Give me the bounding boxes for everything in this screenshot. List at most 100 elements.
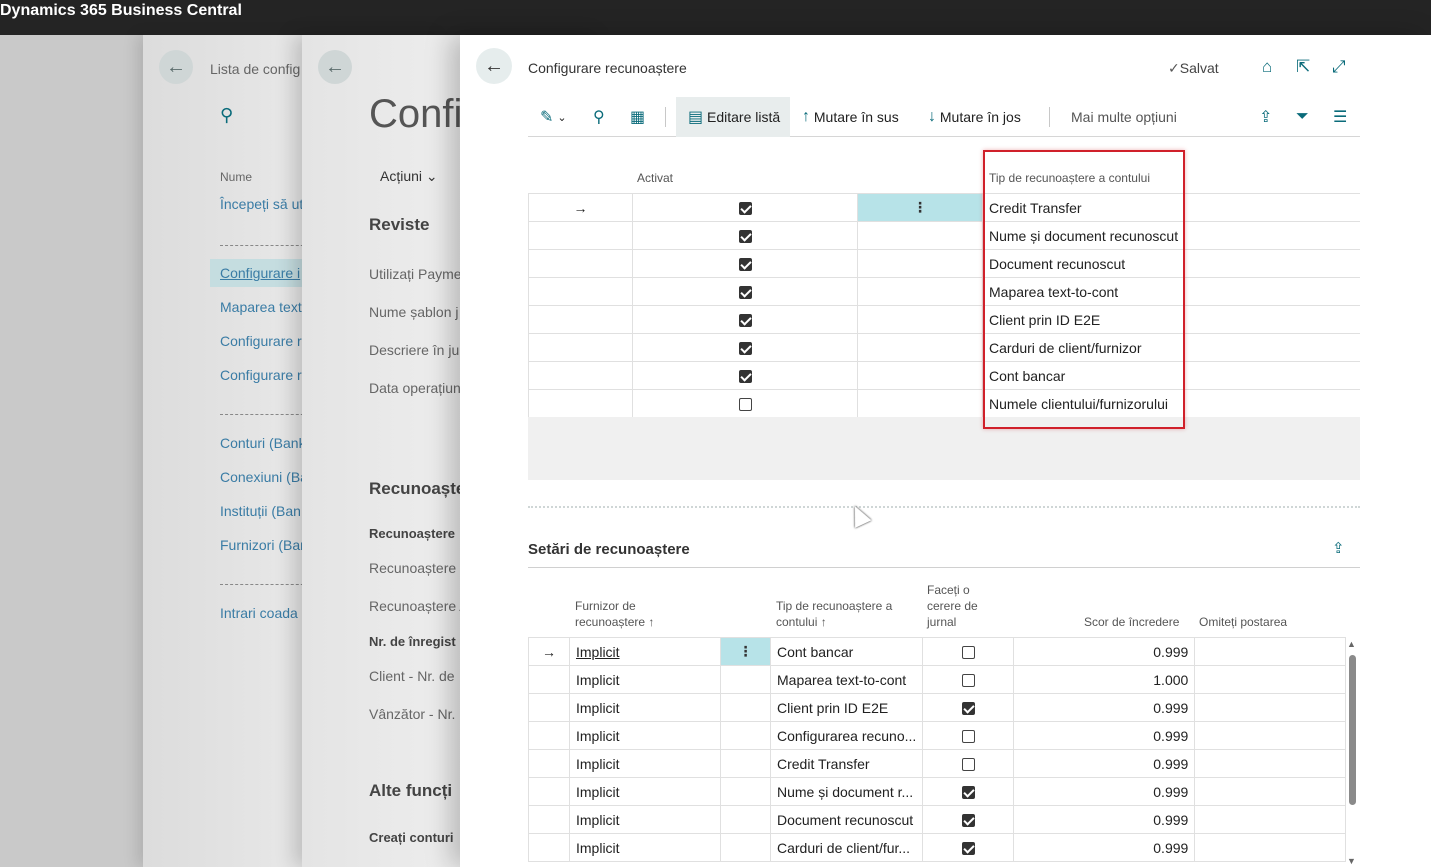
journal-checkbox[interactable] [922, 749, 1015, 778]
column-header-journal[interactable]: Faceți o cerere de jurnal [927, 582, 1007, 630]
scrollbar-thumb[interactable] [1349, 655, 1356, 805]
table-row[interactable]: Implicit Nume și document r... 0.999 [528, 777, 1346, 806]
score-cell[interactable]: 0.999 [1013, 833, 1196, 862]
table-row[interactable]: Nume și document recunoscut [528, 221, 1360, 250]
scroll-down-icon[interactable]: ▼ [1347, 856, 1356, 866]
splitter-handle[interactable] [528, 506, 1360, 508]
type-cell[interactable]: Maparea text-to-cont [982, 277, 1360, 306]
search-icon[interactable]: ⚲ [593, 97, 605, 137]
type-cell[interactable]: Numele clientului/furnizorului [982, 389, 1360, 418]
type-cell[interactable]: Document recunoscut [769, 805, 924, 834]
type-cell[interactable]: Nume și document r... [769, 777, 924, 806]
table-row[interactable]: Cont bancar [528, 361, 1360, 390]
type-cell[interactable]: Document recunoscut [982, 249, 1360, 278]
bookmark-icon[interactable]: ⌂ [1262, 57, 1272, 77]
table-row[interactable]: Numele clientului/furnizorului [528, 389, 1360, 418]
journal-checkbox[interactable] [922, 637, 1015, 666]
open-new-window-icon[interactable]: ⇱ [1296, 57, 1310, 77]
table-row[interactable]: Implicit Configurarea recuno... 0.999 [528, 721, 1346, 750]
list-item[interactable]: Furnizori (Bar [220, 537, 305, 553]
type-cell[interactable]: Configurarea recuno... [769, 721, 924, 750]
move-down-button[interactable]: ↓ Mutare în jos [928, 97, 1021, 137]
share-icon[interactable]: ⇪ [1259, 97, 1272, 137]
share-icon[interactable]: ⇪ [1332, 539, 1345, 557]
enabled-checkbox[interactable] [632, 221, 858, 250]
skip-posting-cell[interactable] [1194, 693, 1346, 722]
type-cell[interactable]: Cont bancar [982, 361, 1360, 390]
provider-cell[interactable]: Implicit [569, 749, 721, 778]
column-header-type[interactable]: Tip de recunoaștere a contului [989, 170, 1150, 186]
section-alte[interactable]: Alte funcți [369, 781, 452, 801]
type-cell[interactable]: Maparea text-to-cont [769, 665, 924, 694]
back-icon[interactable]: ← [318, 50, 352, 84]
row-menu-icon[interactable]: ⋮ [720, 637, 771, 666]
scroll-up-icon[interactable]: ▲ [1347, 639, 1356, 649]
list-item[interactable]: Instituții (Ban [220, 503, 301, 519]
type-cell[interactable]: Cont bancar [769, 637, 924, 666]
table-row[interactable]: Implicit Carduri de client/fur... 0.999 [528, 833, 1346, 862]
skip-posting-cell[interactable] [1194, 805, 1346, 834]
table-row[interactable]: → Implicit ⋮ Cont bancar 0.999 [528, 637, 1346, 666]
type-cell[interactable]: Client prin ID E2E [982, 305, 1360, 334]
table-row[interactable]: Implicit Document recunoscut 0.999 [528, 805, 1346, 834]
move-up-button[interactable]: ↑ Mutare în sus [802, 97, 899, 137]
column-header-skip[interactable]: Omiteți postarea [1199, 614, 1287, 630]
score-cell[interactable]: 0.999 [1013, 721, 1196, 750]
score-cell[interactable]: 0.999 [1013, 637, 1196, 666]
list-item[interactable]: Conturi (Bank [220, 435, 306, 451]
list-item[interactable]: Configurare r [220, 333, 302, 349]
column-header-enabled[interactable]: Activat [637, 170, 673, 186]
journal-checkbox[interactable] [922, 777, 1015, 806]
column-header-type[interactable]: Tip de recunoaștere a contului ↑ [776, 598, 904, 630]
more-options-button[interactable]: Mai multe opțiuni [1071, 97, 1177, 137]
type-cell[interactable]: Nume și document recunoscut [982, 221, 1360, 250]
provider-cell[interactable]: Implicit [569, 777, 721, 806]
filter-icon[interactable]: ⏷ [1296, 97, 1309, 137]
section-reviste[interactable]: Reviste [369, 215, 429, 235]
back-icon[interactable]: ← [476, 48, 512, 84]
table-row[interactable]: Maparea text-to-cont [528, 277, 1360, 306]
skip-posting-cell[interactable] [1194, 665, 1346, 694]
list-item[interactable]: Conexiuni (Ba [220, 469, 308, 485]
score-cell[interactable]: 0.999 [1013, 777, 1196, 806]
provider-cell[interactable]: Implicit [569, 833, 721, 862]
journal-checkbox[interactable] [922, 721, 1015, 750]
provider-cell[interactable]: Implicit [569, 665, 721, 694]
skip-posting-cell[interactable] [1194, 833, 1346, 862]
type-cell[interactable]: Credit Transfer [982, 193, 1360, 222]
list-item[interactable]: Maparea text [220, 299, 302, 315]
edit-list-button[interactable]: ▤ Editare listă [676, 97, 790, 137]
table-row[interactable]: Implicit Credit Transfer 0.999 [528, 749, 1346, 778]
journal-checkbox[interactable] [922, 693, 1015, 722]
copilot-menu[interactable]: ✎ ⌄ [540, 97, 567, 137]
enabled-checkbox[interactable] [632, 249, 858, 278]
back-icon[interactable]: ← [159, 50, 193, 84]
layout-icon[interactable]: ▦ [630, 97, 645, 137]
score-cell[interactable]: 0.999 [1013, 749, 1196, 778]
table-row[interactable]: → ⋮ Credit Transfer [528, 193, 1360, 222]
provider-cell[interactable]: Implicit [569, 805, 721, 834]
table-row[interactable]: Document recunoscut [528, 249, 1360, 278]
type-cell[interactable]: Credit Transfer [769, 749, 924, 778]
column-header-score[interactable]: Scor de încredere [1084, 614, 1179, 630]
list-item[interactable]: Începeți să ut [220, 196, 303, 212]
skip-posting-cell[interactable] [1194, 777, 1346, 806]
enabled-checkbox[interactable] [632, 277, 858, 306]
search-icon[interactable]: ⚲ [220, 105, 233, 126]
skip-posting-cell[interactable] [1194, 749, 1346, 778]
journal-checkbox[interactable] [922, 833, 1015, 862]
table-row[interactable]: Carduri de client/furnizor [528, 333, 1360, 362]
list-view-icon[interactable]: ☰ [1333, 97, 1347, 137]
journal-checkbox[interactable] [922, 805, 1015, 834]
skip-posting-cell[interactable] [1194, 637, 1346, 666]
expand-icon[interactable]: ⤢ [1332, 57, 1346, 77]
provider-cell[interactable]: Implicit [569, 637, 721, 666]
settings-section-title[interactable]: Setări de recunoaștere [528, 541, 690, 558]
skip-posting-cell[interactable] [1194, 721, 1346, 750]
journal-checkbox[interactable] [922, 665, 1015, 694]
section-recunoastere[interactable]: Recunoaște [369, 479, 465, 499]
type-cell[interactable]: Carduri de client/fur... [769, 833, 924, 862]
enabled-checkbox[interactable] [632, 389, 858, 418]
table-row[interactable]: Client prin ID E2E [528, 305, 1360, 334]
type-cell[interactable]: Client prin ID E2E [769, 693, 924, 722]
